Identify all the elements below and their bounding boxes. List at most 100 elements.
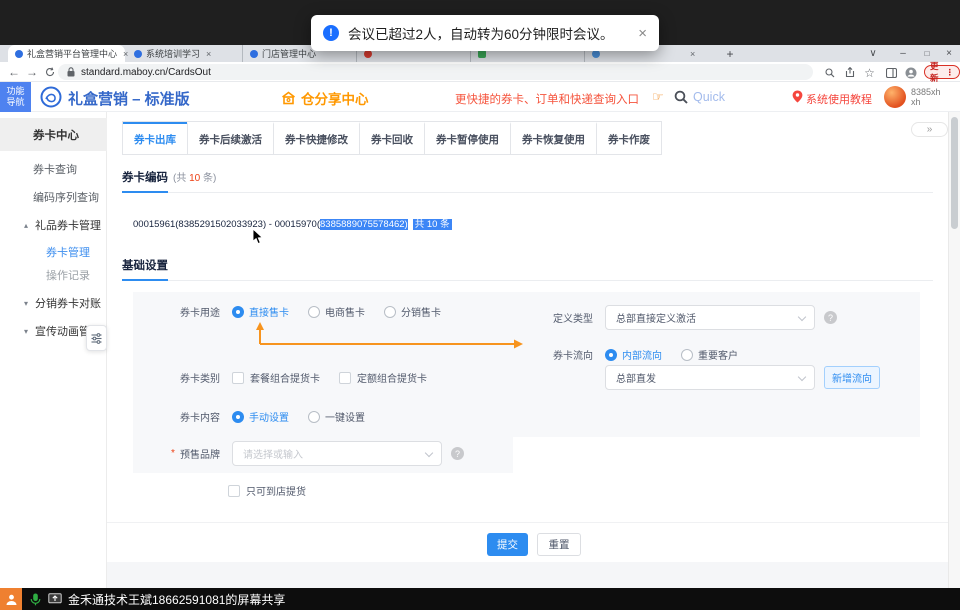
checkbox-label: 定额组合提货卡 [357,370,427,385]
radio-icon[interactable] [308,306,320,318]
screen: 礼盒营销平台管理中心 × 系统培训学习 × 门店管理中心 × + ∨ – □ ×… [0,0,960,610]
sidebar-collapse-handle[interactable] [86,325,107,351]
define-type-select[interactable]: 总部直接定义激活 [605,305,815,330]
radio-manual-setup[interactable]: 手动设置 [232,409,289,424]
radio-direct-sale[interactable]: 直接售卡 [232,304,289,319]
tab-recycle[interactable]: 券卡回收 [359,122,424,154]
radio-icon[interactable] [232,411,244,423]
tab-search-icon[interactable]: ∨ [862,45,884,62]
sidebar-item-card-query[interactable]: 券卡查询 [0,161,106,177]
browser-tab-1[interactable]: 礼盒营销平台管理中心 × [8,45,125,62]
back-icon[interactable]: ← [6,64,22,80]
add-flow-button[interactable]: 新增流向 [824,366,880,389]
radio-label: 一键设置 [325,409,365,424]
sidebar-item-op-log[interactable]: 操作记录 [0,267,106,283]
radio-icon[interactable] [605,349,617,361]
url-field[interactable]: standard.maboy.cn/CardsOut [58,64,813,80]
sidebar-item-card-mgmt[interactable]: 券卡管理 [0,244,106,260]
help-icon[interactable]: ? [824,311,837,324]
radio-internal-flow[interactable]: 内部流向 [605,347,662,362]
checkbox-icon[interactable] [232,372,244,384]
tab-void[interactable]: 券卡作废 [596,122,661,154]
scrollbar-thumb[interactable] [951,117,958,229]
radio-icon[interactable] [232,306,244,318]
checkbox-fixed-combo-card[interactable]: 定额组合提货卡 [339,370,427,385]
finger-point-icon: ☞ [652,89,664,105]
basic-section-title: 基础设置 [122,257,168,281]
minimize-button[interactable]: – [892,45,914,62]
checkbox-icon[interactable] [339,372,351,384]
basic-section-header: 基础设置 [122,256,933,281]
radio-label: 重要客户 [698,347,738,362]
category-label: 券卡类别 [178,370,220,385]
tab-quick-modify[interactable]: 券卡快捷修改 [273,122,359,154]
tab-close-icon[interactable]: × [690,49,695,59]
radio-distribution-sale[interactable]: 分销售卡 [384,304,441,319]
sidebar-item-label: 分销券卡对账 [35,295,101,311]
tutorial-link[interactable]: 系统使用教程 [806,91,872,107]
quick-label[interactable]: Quick [693,90,725,104]
share-center-label: 仓分享中心 [301,88,369,108]
sidebar-item-gift-card-mgmt[interactable]: ▴ 礼品券卡管理 [0,217,106,233]
checkbox-store-pickup-only[interactable]: 只可到店提货 [228,483,306,498]
tab-cards-out[interactable]: 券卡出库 [123,122,187,154]
radio-label: 分销售卡 [401,304,441,319]
browser-update-button[interactable]: 更新 ⋮ [924,65,960,79]
sidebar-item-sequence-query[interactable]: 编码序列查询 [0,189,106,205]
codes-section-header: 券卡编码(共 10 条) [122,168,933,193]
chevron-down-icon [425,449,433,457]
scrollbar-track [948,112,960,588]
radio-key-customer[interactable]: 重要客户 [681,347,738,362]
bookmark-star-icon[interactable]: ☆ [862,65,877,80]
side-panel-icon[interactable] [884,65,899,80]
profile-icon[interactable] [903,65,918,80]
tab-resume[interactable]: 券卡恢复使用 [510,122,596,154]
reload-icon[interactable] [42,64,58,80]
quick-search-icon[interactable] [674,90,688,109]
presale-brand-select[interactable]: 请选择或输入 [232,441,442,466]
codes-count: (共 10 条) [173,173,216,184]
code-range-selected-text: 8385889075578462) [320,219,408,230]
forward-icon[interactable]: → [24,64,40,80]
radio-icon[interactable] [681,349,693,361]
screen-share-icon[interactable] [48,593,62,605]
workspace-tabbar: 券卡出库 券卡后续激活 券卡快捷修改 券卡回收 券卡暂停使用 券卡恢复使用 券卡… [122,121,662,155]
radio-ecommerce-sale[interactable]: 电商售卡 [308,304,365,319]
favicon [15,50,23,58]
radio-label: 直接售卡 [249,304,289,319]
nav-badge[interactable]: 功能 导航 [0,82,31,112]
overflow-dots-icon[interactable]: ⋮ [946,67,955,78]
radio-one-click-setup[interactable]: 一键设置 [308,409,365,424]
browser-tab-2[interactable]: 系统培训学习 × [127,45,240,62]
share-icon[interactable] [842,65,857,80]
category-row: 券卡类别 套餐组合提货卡 定额组合提货卡 [178,370,446,385]
zoom-icon[interactable] [822,65,837,80]
meeting-toast: ! 会议已超过2人，自动转为60分钟限时会议。 × [311,15,659,51]
new-tab-button[interactable]: + [722,46,738,61]
usage-label: 券卡用途 [178,304,220,319]
flow-select[interactable]: 总部直发 [605,365,815,390]
checkbox-combo-pickup-card[interactable]: 套餐组合提货卡 [232,370,320,385]
screen-share-text: 金禾通技术王斌18662591081的屏幕共享 [68,591,285,608]
reset-button[interactable]: 重置 [537,533,581,556]
browser-urlbar: ← → standard.maboy.cn/CardsOut ☆ 更新 ⋮ [0,62,960,82]
mic-icon[interactable] [30,593,41,606]
tab-close-icon[interactable]: × [206,49,211,59]
code-range-line: 00015961(8385291502033923) - 00015970(83… [133,216,452,230]
expand-chevrons-button[interactable]: » [911,122,948,137]
help-icon[interactable]: ? [451,447,464,460]
tab-suspend[interactable]: 券卡暂停使用 [424,122,510,154]
tab-followup-activate[interactable]: 券卡后续激活 [187,122,273,154]
sidebar-item-dist-reconcile[interactable]: ▾ 分销券卡对账 [0,295,106,311]
user-avatar[interactable] [884,86,906,108]
share-center-link[interactable]: 仓分享中心 [281,88,369,108]
info-icon: ! [323,25,339,41]
select-value: 总部直接定义激活 [616,310,696,325]
quick-entry-link[interactable]: 更快捷的券卡、订单和快递查询入口 [455,91,639,107]
toast-close-icon[interactable]: × [638,26,647,41]
submit-button[interactable]: 提交 [487,533,528,556]
checkbox-icon[interactable] [228,485,240,497]
radio-icon[interactable] [384,306,396,318]
toast-message: 会议已超过2人，自动转为60分钟限时会议。 [348,23,614,43]
radio-icon[interactable] [308,411,320,423]
